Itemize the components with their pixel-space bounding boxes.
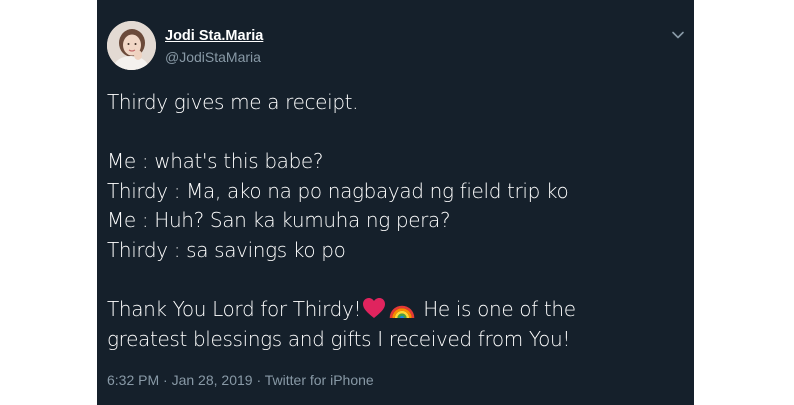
tweet-line-part: He is one of the (423, 297, 576, 322)
tweet-line: Thirdy gives me a receipt. (107, 90, 359, 114)
tweet-line: Thirdy : sa savings ko po (107, 237, 346, 262)
tweet-line-part: Thank You Lord for Thirdy! (107, 297, 362, 322)
tweet-time[interactable]: 6:32 PM (107, 372, 159, 388)
tweet-meta: 6:32 PM · Jan 28, 2019 · Twitter for iPh… (107, 372, 374, 388)
tweet-line: Me : Huh? San ka kumuha ng pera? (107, 208, 451, 233)
tweet-line: Me : what's this babe? (107, 149, 324, 174)
separator: · (163, 372, 168, 388)
separator: · (256, 372, 262, 388)
avatar[interactable] (107, 21, 156, 70)
tweet-card: Jodi Sta.Maria @JodiStaMaria Thirdy give… (97, 0, 694, 405)
tweet-source[interactable]: Twitter for iPhone (265, 372, 374, 388)
author-name[interactable]: Jodi Sta.Maria (165, 28, 263, 44)
tweet-line-with-emoji: Thank You Lord for Thirdy! He is one of … (107, 295, 687, 325)
tweet-date[interactable]: Jan 28, 2019 (172, 372, 253, 388)
author-handle[interactable]: @JodiStaMaria (165, 49, 261, 65)
heart-icon (362, 297, 386, 328)
tweet-text: Thirdy gives me a receipt. Me : what's t… (107, 88, 687, 354)
tweet-line: greatest blessings and gifts I received … (107, 326, 571, 351)
rainbow-icon (388, 297, 416, 328)
tweet-line: Thirdy : Ma, ako na po nagbayad ng field… (107, 178, 569, 203)
chevron-down-icon[interactable] (669, 26, 687, 44)
